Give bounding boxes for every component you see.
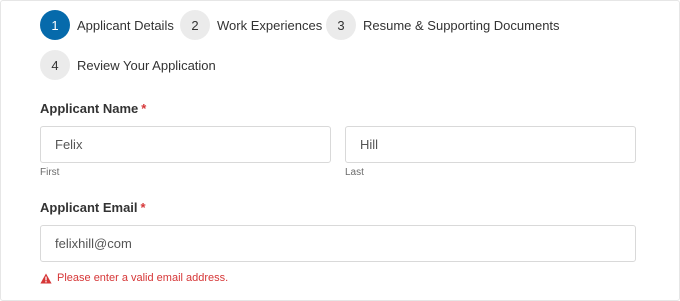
step-label-4: Review Your Application bbox=[77, 57, 216, 73]
email-error-text: Please enter a valid email address. bbox=[57, 272, 229, 284]
step-work-experiences[interactable]: 2 Work Experiences bbox=[180, 10, 322, 40]
step-review-application[interactable]: 4 Review Your Application bbox=[40, 50, 216, 80]
step-number-3: 3 bbox=[326, 10, 356, 40]
step-number-2: 2 bbox=[180, 10, 210, 40]
applicant-name-label-text: Applicant Name bbox=[40, 101, 139, 116]
applicant-name-label: Applicant Name * bbox=[40, 101, 146, 116]
email-error-message: Please enter a valid email address. bbox=[40, 272, 228, 284]
warning-triangle-icon bbox=[40, 273, 52, 283]
required-mark: * bbox=[140, 200, 146, 215]
step-number-4: 4 bbox=[40, 50, 70, 80]
step-label-1: Applicant Details bbox=[77, 17, 174, 33]
step-label-2: Work Experiences bbox=[217, 17, 323, 33]
last-name-sublabel: Last bbox=[345, 167, 364, 178]
step-resume-documents[interactable]: 3 Resume & Supporting Documents bbox=[326, 10, 560, 40]
last-name-input[interactable] bbox=[345, 126, 636, 163]
email-input[interactable] bbox=[40, 225, 636, 262]
step-applicant-details[interactable]: 1 Applicant Details bbox=[40, 10, 174, 40]
first-name-sublabel: First bbox=[40, 167, 60, 178]
applicant-email-label-text: Applicant Email bbox=[40, 200, 138, 215]
required-mark: * bbox=[141, 101, 147, 116]
first-name-input[interactable] bbox=[40, 126, 331, 163]
step-number-1: 1 bbox=[40, 10, 70, 40]
applicant-email-label: Applicant Email * bbox=[40, 200, 146, 215]
step-label-3: Resume & Supporting Documents bbox=[363, 17, 560, 33]
